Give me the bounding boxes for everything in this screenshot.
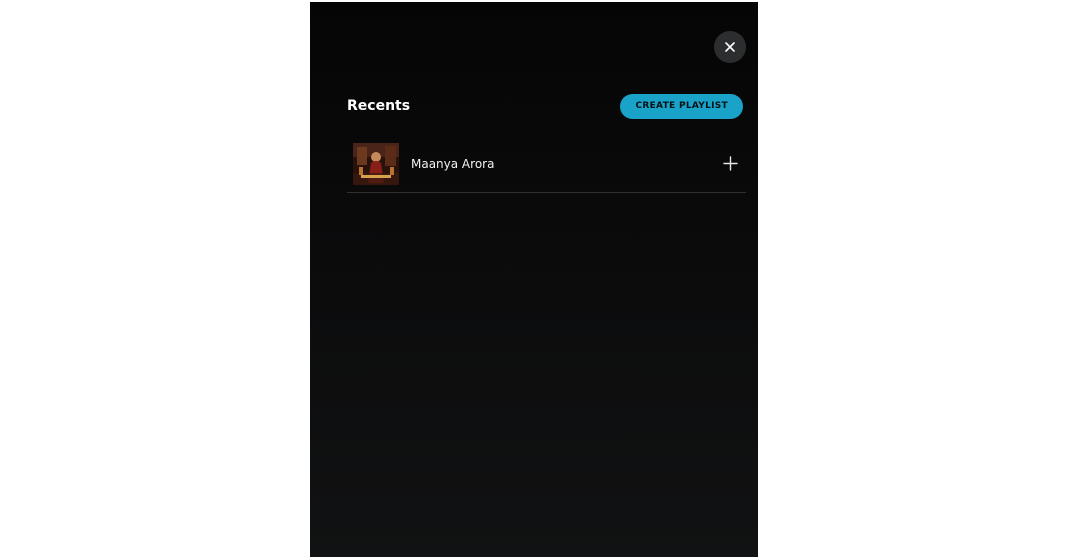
list-item-label: Maanya Arora	[411, 156, 495, 171]
add-to-playlist-button[interactable]	[718, 152, 742, 176]
close-icon	[725, 42, 735, 52]
plus-icon	[722, 156, 738, 171]
close-button[interactable]	[714, 31, 746, 63]
section-title: Recents	[347, 98, 411, 114]
page: Recents CREATE PLAYLIST Maanya Arora	[0, 0, 1068, 559]
recents-list: Maanya Arora	[347, 135, 746, 193]
list-item[interactable]: Maanya Arora	[347, 135, 746, 193]
album-art-icon	[353, 142, 399, 185]
recents-header: Recents CREATE PLAYLIST	[347, 93, 743, 119]
add-to-playlist-dialog: Recents CREATE PLAYLIST Maanya Arora	[310, 2, 758, 557]
create-playlist-button[interactable]: CREATE PLAYLIST	[620, 93, 743, 119]
